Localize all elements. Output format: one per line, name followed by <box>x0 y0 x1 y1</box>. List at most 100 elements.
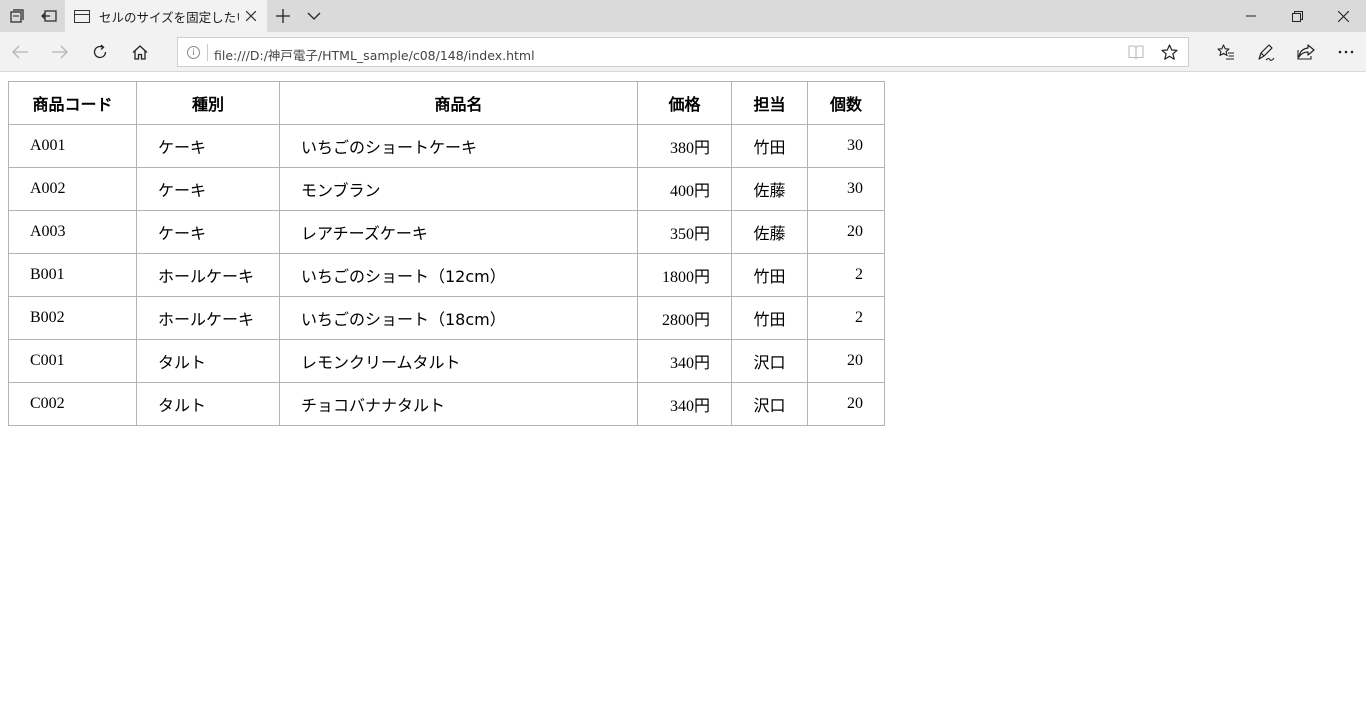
refresh-button[interactable] <box>80 32 120 72</box>
share-icon <box>1297 44 1315 60</box>
forward-button[interactable] <box>40 32 80 72</box>
cell-price: 340円 <box>637 339 732 383</box>
header-code: 商品コード <box>8 81 137 125</box>
cell-person: 竹田 <box>731 296 808 340</box>
header-person: 担当 <box>731 81 808 125</box>
cell-code: B001 <box>8 253 137 297</box>
page-icon <box>74 9 90 23</box>
favorites-hub-button[interactable] <box>1206 32 1246 72</box>
cell-name: チョコバナナタルト <box>279 382 638 426</box>
cell-name: いちごのショートケーキ <box>279 124 638 168</box>
new-tab-button[interactable] <box>272 0 294 32</box>
cell-code: B002 <box>8 296 137 340</box>
table-row: A003 ケーキ レアチーズケーキ 350円 佐藤 20 <box>8 210 885 254</box>
tab-title: セルのサイズを固定したい <box>99 9 239 25</box>
tab-preview-button[interactable] <box>304 0 324 32</box>
chevron-down-icon <box>307 12 321 20</box>
header-qty: 個数 <box>807 81 885 125</box>
cell-qty: 30 <box>807 167 885 211</box>
cell-person: 沢口 <box>731 339 808 383</box>
table-row: A001 ケーキ いちごのショートケーキ 380円 竹田 30 <box>8 124 885 168</box>
info-icon[interactable]: i <box>187 46 200 59</box>
cell-qty: 20 <box>807 382 885 426</box>
cell-category: ホールケーキ <box>136 253 280 297</box>
cell-category: タルト <box>136 339 280 383</box>
tabs-aside-icon <box>10 9 24 23</box>
cell-code: A001 <box>8 124 137 168</box>
address-bar[interactable]: i file:///D:/神戸電子/HTML_sample/c08/148/in… <box>177 37 1189 67</box>
restore-icon <box>1291 10 1303 22</box>
url-text[interactable]: file:///D:/神戸電子/HTML_sample/c08/148/inde… <box>214 45 535 64</box>
tab-strip: セルのサイズを固定したい <box>0 0 1366 32</box>
cell-price: 1800円 <box>637 253 732 297</box>
cell-name: レアチーズケーキ <box>279 210 638 254</box>
cell-person: 沢口 <box>731 382 808 426</box>
minimize-icon <box>1246 15 1256 17</box>
cell-code: A002 <box>8 167 137 211</box>
products-table: 商品コード 種別 商品名 価格 担当 個数 A001 ケーキ いちごのショートケ… <box>8 81 885 426</box>
cell-category: ケーキ <box>136 210 280 254</box>
table-row: B002 ホールケーキ いちごのショート（18cm） 2800円 竹田 2 <box>8 296 885 340</box>
cell-price: 2800円 <box>637 296 732 340</box>
cell-category: ホールケーキ <box>136 296 280 340</box>
cell-person: 竹田 <box>731 124 808 168</box>
more-button[interactable] <box>1326 32 1366 72</box>
close-window-button[interactable] <box>1320 0 1366 32</box>
more-icon <box>1338 50 1354 54</box>
cell-name: いちごのショート（18cm） <box>279 296 638 340</box>
cell-qty: 2 <box>807 253 885 297</box>
cell-category: タルト <box>136 382 280 426</box>
cell-qty: 30 <box>807 124 885 168</box>
refresh-icon <box>93 44 107 59</box>
cell-code: C001 <box>8 339 137 383</box>
header-price: 価格 <box>637 81 732 125</box>
favorite-button[interactable] <box>1161 44 1178 61</box>
cell-person: 竹田 <box>731 253 808 297</box>
close-tab-button[interactable] <box>243 8 259 24</box>
cell-category: ケーキ <box>136 124 280 168</box>
cell-name: いちごのショート（12cm） <box>279 253 638 297</box>
restore-tabs-button[interactable] <box>36 0 62 32</box>
forward-arrow-icon <box>52 45 68 59</box>
active-tab[interactable]: セルのサイズを固定したい <box>65 0 267 32</box>
web-note-button[interactable] <box>1246 32 1286 72</box>
cell-name: レモンクリームタルト <box>279 339 638 383</box>
cell-person: 佐藤 <box>731 167 808 211</box>
navigation-bar: i file:///D:/神戸電子/HTML_sample/c08/148/in… <box>0 32 1366 72</box>
minimize-button[interactable] <box>1228 0 1274 32</box>
header-row: 商品コード 種別 商品名 価格 担当 個数 <box>8 81 885 125</box>
header-name: 商品名 <box>279 81 638 125</box>
close-icon <box>1337 10 1349 22</box>
reading-view-button[interactable] <box>1128 45 1144 60</box>
star-icon <box>1161 44 1178 60</box>
restore-tabs-icon <box>41 10 57 22</box>
back-button[interactable] <box>0 32 40 72</box>
reading-view-icon <box>1128 45 1144 60</box>
table-row: B001 ホールケーキ いちごのショート（12cm） 1800円 竹田 2 <box>8 253 885 297</box>
cell-price: 400円 <box>637 167 732 211</box>
share-button[interactable] <box>1286 32 1326 72</box>
home-icon <box>132 44 148 60</box>
restore-button[interactable] <box>1274 0 1320 32</box>
cell-person: 佐藤 <box>731 210 808 254</box>
close-icon <box>246 11 256 21</box>
cell-name: モンブラン <box>279 167 638 211</box>
cell-price: 380円 <box>637 124 732 168</box>
back-arrow-icon <box>12 45 28 59</box>
favorites-hub-icon <box>1217 44 1234 60</box>
cell-code: C002 <box>8 382 137 426</box>
table-row: C001 タルト レモンクリームタルト 340円 沢口 20 <box>8 339 885 383</box>
cell-qty: 20 <box>807 339 885 383</box>
table-row: A002 ケーキ モンブラン 400円 佐藤 30 <box>8 167 885 211</box>
table-row: C002 タルト チョコバナナタルト 340円 沢口 20 <box>8 382 885 426</box>
home-button[interactable] <box>120 32 160 72</box>
header-category: 種別 <box>136 81 280 125</box>
cell-qty: 20 <box>807 210 885 254</box>
cell-qty: 2 <box>807 296 885 340</box>
cell-category: ケーキ <box>136 167 280 211</box>
cell-price: 350円 <box>637 210 732 254</box>
tabs-aside-button[interactable] <box>4 0 30 32</box>
pen-icon <box>1258 43 1275 61</box>
address-separator <box>207 44 208 61</box>
cell-code: A003 <box>8 210 137 254</box>
